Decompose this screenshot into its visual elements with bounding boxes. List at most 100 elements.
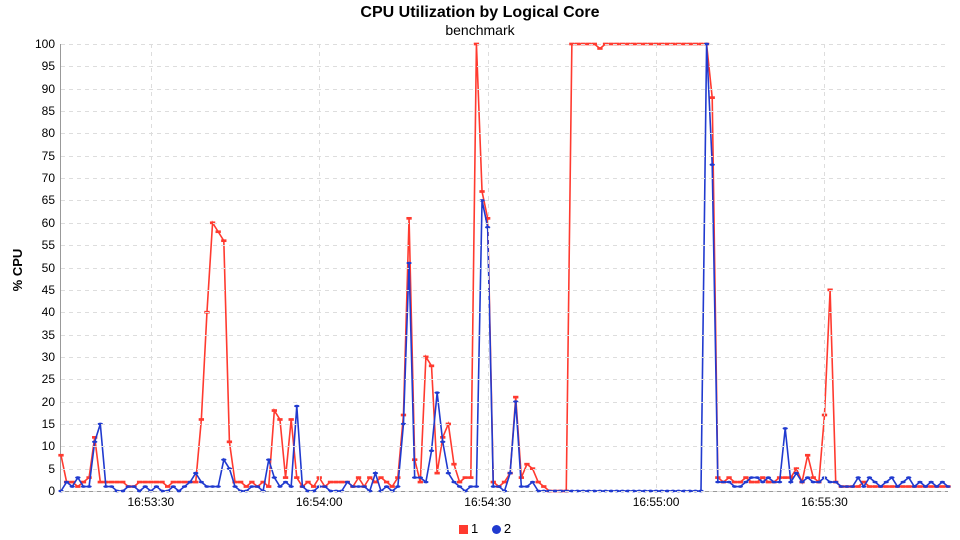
data-point — [743, 476, 748, 479]
data-point — [266, 458, 271, 461]
data-point — [710, 163, 715, 166]
data-point — [418, 481, 423, 484]
data-point — [199, 481, 204, 484]
data-point — [771, 481, 776, 484]
data-point — [496, 485, 501, 488]
data-point — [805, 454, 810, 457]
data-point — [524, 485, 529, 488]
data-point — [457, 485, 462, 488]
data-point — [884, 481, 889, 484]
plot-area: 0510152025303540455055606570758085909510… — [60, 44, 948, 492]
data-point — [468, 485, 473, 488]
data-point — [216, 230, 221, 233]
data-point — [468, 476, 473, 479]
data-point — [350, 485, 355, 488]
data-point — [311, 485, 316, 488]
y-tick: 55 — [42, 238, 61, 252]
data-point — [232, 485, 237, 488]
data-point — [429, 364, 434, 367]
data-point — [867, 485, 872, 488]
data-point — [193, 481, 198, 484]
data-point — [457, 481, 462, 484]
data-point — [816, 481, 821, 484]
legend-swatch-2 — [492, 525, 501, 534]
data-point — [536, 481, 541, 484]
data-point — [390, 485, 395, 488]
data-point — [322, 485, 327, 488]
data-point — [356, 485, 361, 488]
data-point — [923, 485, 928, 488]
data-point — [75, 485, 80, 488]
data-point — [934, 485, 939, 488]
y-tick: 90 — [42, 82, 61, 96]
data-point — [732, 481, 737, 484]
x-tick: 16:55:30 — [801, 491, 848, 509]
chart-container: CPU Utilization by Logical Core benchmar… — [0, 0, 960, 540]
data-point — [193, 472, 198, 475]
data-point — [811, 481, 816, 484]
data-point — [289, 485, 294, 488]
data-point — [210, 485, 215, 488]
data-point — [884, 485, 889, 488]
data-point — [945, 485, 950, 488]
data-point — [75, 476, 80, 479]
data-point — [272, 409, 277, 412]
data-point — [137, 481, 142, 484]
data-point — [811, 476, 816, 479]
data-point — [749, 481, 754, 484]
data-point — [81, 485, 86, 488]
data-point — [906, 485, 911, 488]
data-point — [328, 481, 333, 484]
y-tick: 15 — [42, 417, 61, 431]
data-point — [154, 481, 159, 484]
data-point — [917, 481, 922, 484]
data-point — [878, 485, 883, 488]
data-point — [294, 476, 299, 479]
data-point — [513, 396, 518, 399]
data-point — [451, 481, 456, 484]
data-point — [120, 481, 125, 484]
data-point — [266, 485, 271, 488]
data-point — [373, 472, 378, 475]
y-tick: 60 — [42, 216, 61, 230]
data-point — [783, 427, 788, 430]
data-point — [171, 481, 176, 484]
data-point — [300, 485, 305, 488]
data-point — [406, 217, 411, 220]
data-point — [766, 476, 771, 479]
chart-subtitle: benchmark — [0, 22, 960, 38]
data-point — [367, 476, 372, 479]
data-point — [861, 485, 866, 488]
data-point — [940, 481, 945, 484]
y-tick: 20 — [42, 395, 61, 409]
data-point — [434, 391, 439, 394]
data-point — [839, 485, 844, 488]
data-point — [283, 481, 288, 484]
data-point — [766, 481, 771, 484]
data-point — [159, 481, 164, 484]
data-point — [530, 481, 535, 484]
y-tick: 65 — [42, 193, 61, 207]
y-tick: 45 — [42, 283, 61, 297]
data-point — [446, 472, 451, 475]
data-point — [900, 485, 905, 488]
legend-label-1: 1 — [471, 521, 478, 536]
data-point — [732, 485, 737, 488]
data-point — [906, 476, 911, 479]
data-point — [70, 485, 75, 488]
data-point — [339, 481, 344, 484]
data-point — [440, 440, 445, 443]
data-point — [715, 481, 720, 484]
legend-swatch-1 — [459, 525, 468, 534]
data-point — [289, 418, 294, 421]
x-tick: 16:55:00 — [633, 491, 680, 509]
data-point — [154, 485, 159, 488]
data-point — [867, 476, 872, 479]
data-point — [395, 485, 400, 488]
data-point — [187, 481, 192, 484]
legend-label-2: 2 — [504, 521, 511, 536]
data-point — [721, 481, 726, 484]
data-point — [244, 485, 249, 488]
data-point — [710, 96, 715, 99]
data-point — [109, 481, 114, 484]
